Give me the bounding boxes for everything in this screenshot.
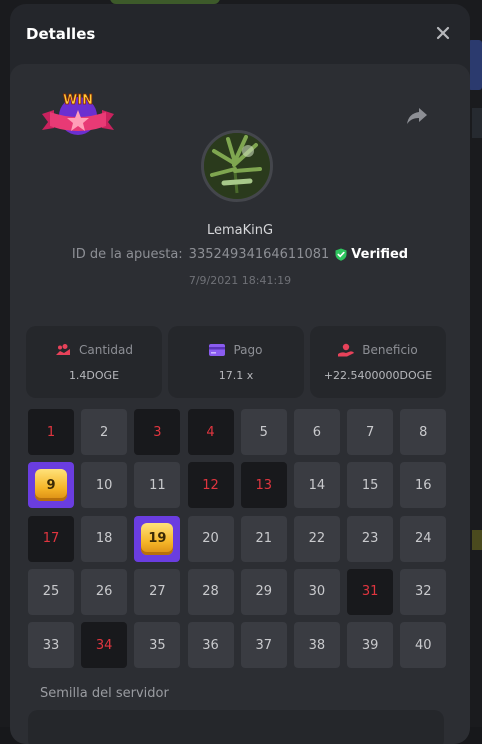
win-badge-icon: WIN: [40, 88, 116, 146]
stat-label: Cantidad: [79, 343, 133, 357]
stat-label: Beneficio: [362, 343, 417, 357]
board-cell: 22: [294, 516, 340, 562]
board-cell: 30: [294, 569, 340, 615]
board-cell: 27: [134, 569, 180, 615]
keno-board: 1234567891011121314151617181920212223242…: [28, 409, 446, 668]
background-element: [468, 40, 482, 90]
stat-beneficio: Beneficio +22.5400000DOGE: [310, 326, 446, 398]
modal-header: Detalles: [10, 4, 470, 64]
board-cell: 4: [188, 409, 234, 455]
board-cell: 28: [188, 569, 234, 615]
board-cell: 23: [347, 516, 393, 562]
board-cell: 13: [241, 462, 287, 508]
board-cell: 24: [400, 516, 446, 562]
board-cell: 18: [81, 516, 127, 562]
background-element: [472, 530, 482, 550]
board-cell: 39: [347, 622, 393, 668]
board-cell: 17: [28, 516, 74, 562]
bet-id-value: 33524934164611081: [189, 247, 330, 262]
board-cell: 40: [400, 622, 446, 668]
stats-row: Cantidad 1.4DOGE Pago 17.1 x: [26, 326, 446, 398]
board-cell: 2: [81, 409, 127, 455]
avatar: [201, 130, 273, 202]
board-cell: 35: [134, 622, 180, 668]
details-modal: Detalles WIN LemaKinG: [10, 4, 470, 744]
card-icon: [209, 344, 225, 356]
stat-label: Pago: [233, 343, 262, 357]
board-cell: 10: [81, 462, 127, 508]
stat-pago: Pago 17.1 x: [168, 326, 304, 398]
board-cell: 12: [188, 462, 234, 508]
board-cell: 26: [81, 569, 127, 615]
bet-timestamp: 7/9/2021 18:41:19: [10, 274, 470, 287]
board-cell: 6: [294, 409, 340, 455]
board-cell: 20: [188, 516, 234, 562]
board-cell: 16: [400, 462, 446, 508]
board-cell: 3: [134, 409, 180, 455]
board-cell: 34: [81, 622, 127, 668]
server-seed-label: Semilla del servidor: [40, 686, 169, 701]
board-cell: 32: [400, 569, 446, 615]
board-cell: 9: [28, 462, 74, 508]
verified-badge: Verified: [335, 247, 408, 262]
board-cell: 37: [241, 622, 287, 668]
coins-hand-icon: [55, 343, 71, 357]
board-cell: 11: [134, 462, 180, 508]
board-cell: 29: [241, 569, 287, 615]
win-badge-text: WIN: [63, 93, 93, 108]
stat-value: 1.4DOGE: [69, 369, 119, 382]
username: LemaKinG: [10, 223, 470, 238]
gem-tile-icon: 9: [35, 469, 67, 501]
stat-cantidad: Cantidad 1.4DOGE: [26, 326, 162, 398]
verified-label: Verified: [351, 247, 408, 262]
board-cell: 5: [241, 409, 287, 455]
bet-id-row: ID de la apuesta: 33524934164611081 Veri…: [10, 247, 470, 262]
board-cell: 15: [347, 462, 393, 508]
share-icon[interactable]: [406, 106, 428, 126]
plant-image: [204, 133, 270, 199]
bet-id-label: ID de la apuesta:: [72, 247, 183, 262]
modal-title: Detalles: [26, 25, 95, 43]
board-cell: 36: [188, 622, 234, 668]
bet-detail-card: WIN LemaKinG ID de la apuesta: 335249341…: [10, 64, 470, 744]
close-icon[interactable]: [434, 24, 452, 42]
board-cell: 1: [28, 409, 74, 455]
stat-value: +22.5400000DOGE: [324, 369, 432, 382]
board-cell: 7: [347, 409, 393, 455]
board-cell: 8: [400, 409, 446, 455]
gem-tile-icon: 19: [141, 523, 173, 555]
board-cell: 31: [347, 569, 393, 615]
board-cell: 19: [134, 516, 180, 562]
board-cell: 14: [294, 462, 340, 508]
stat-value: 17.1 x: [219, 369, 254, 382]
board-cell: 25: [28, 569, 74, 615]
board-cell: 33: [28, 622, 74, 668]
background-element: [472, 108, 482, 138]
server-seed-field[interactable]: [28, 710, 444, 744]
shield-check-icon: [335, 248, 347, 261]
profit-hand-icon: [338, 343, 354, 357]
board-cell: 38: [294, 622, 340, 668]
board-cell: 21: [241, 516, 287, 562]
